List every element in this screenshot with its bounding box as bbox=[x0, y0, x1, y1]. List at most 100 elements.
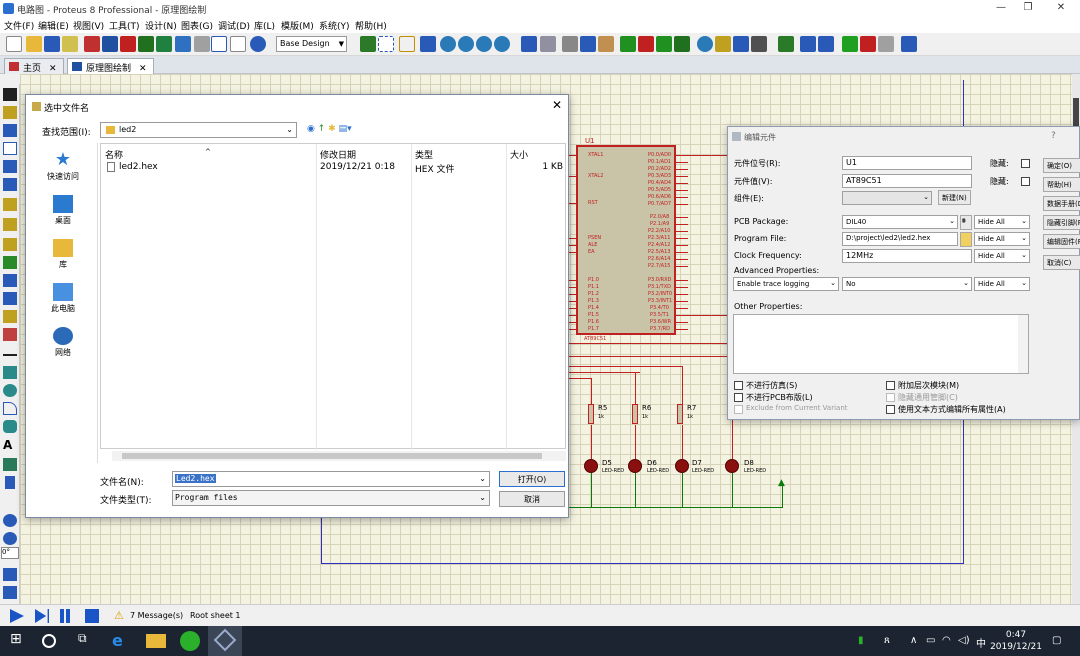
package-browse-icon[interactable]: ⩩ bbox=[960, 215, 972, 230]
edit-firmware-button[interactable]: 编辑固件(F) bbox=[1043, 234, 1080, 249]
minimize-button[interactable]: — bbox=[990, 2, 1012, 16]
circle-icon[interactable] bbox=[3, 384, 17, 397]
advanced-visibility[interactable]: Hide All ⌄ bbox=[974, 277, 1030, 291]
graph-icon[interactable] bbox=[3, 256, 17, 269]
zoom-in-icon[interactable] bbox=[440, 36, 456, 52]
wire-autorouter-icon[interactable] bbox=[778, 36, 794, 52]
bom-icon[interactable] bbox=[175, 36, 191, 52]
menu-view[interactable]: 视图(V) bbox=[73, 19, 104, 32]
place-library[interactable]: 库 bbox=[28, 239, 98, 270]
open-folder-icon[interactable] bbox=[26, 36, 42, 52]
text-icon[interactable]: A bbox=[3, 438, 17, 452]
import-icon[interactable] bbox=[62, 36, 78, 52]
horizontal-scrollbar[interactable] bbox=[112, 451, 566, 461]
group-select[interactable]: ⌄ bbox=[842, 191, 932, 205]
ok-button[interactable]: 确定(O) bbox=[1043, 158, 1080, 173]
menu-template[interactable]: 模版(M) bbox=[281, 19, 314, 32]
help-button[interactable]: 帮助(H) bbox=[1043, 177, 1080, 192]
menu-graph[interactable]: 图表(G) bbox=[181, 19, 213, 32]
resistor-r7[interactable] bbox=[677, 404, 683, 424]
input-method[interactable]: 中 bbox=[976, 635, 986, 650]
led-d8[interactable] bbox=[725, 459, 739, 473]
cancel-button[interactable]: 取消 bbox=[499, 491, 565, 507]
generator-icon[interactable] bbox=[3, 292, 17, 305]
remove-sheet-icon[interactable] bbox=[860, 36, 876, 52]
program-file-visibility[interactable]: Hide All ⌄ bbox=[974, 232, 1030, 246]
new-group-button[interactable]: 新建(N) bbox=[938, 190, 971, 205]
cut-icon[interactable] bbox=[562, 36, 578, 52]
help-icon[interactable]: ? bbox=[1051, 131, 1056, 141]
search-tag-icon[interactable] bbox=[800, 36, 816, 52]
help-icon[interactable] bbox=[250, 36, 266, 52]
menu-design[interactable]: 设计(N) bbox=[145, 19, 177, 32]
search-icon[interactable] bbox=[42, 634, 56, 648]
rotation-angle-field[interactable]: 0° bbox=[1, 547, 19, 559]
clock-frequency-visibility[interactable]: Hide All ⌄ bbox=[974, 249, 1030, 263]
column-header-name[interactable]: 名称 bbox=[105, 148, 123, 161]
open-button[interactable]: 打开(O) bbox=[499, 471, 565, 487]
copy-icon[interactable] bbox=[580, 36, 596, 52]
menu-system[interactable]: 系统(Y) bbox=[319, 19, 350, 32]
origin-icon[interactable] bbox=[399, 36, 415, 52]
mirror-horizontal-icon[interactable] bbox=[3, 568, 17, 581]
new-file-icon[interactable] bbox=[6, 36, 22, 52]
property-tool-icon[interactable] bbox=[818, 36, 834, 52]
block-rotate-icon[interactable] bbox=[656, 36, 672, 52]
doc-icon[interactable] bbox=[230, 36, 246, 52]
place-network[interactable]: 网络 bbox=[28, 327, 98, 358]
menu-help[interactable]: 帮助(H) bbox=[355, 19, 387, 32]
maximize-button[interactable]: ❐ bbox=[1017, 2, 1039, 16]
other-properties-textarea[interactable] bbox=[733, 314, 1029, 374]
bus-icon[interactable] bbox=[3, 178, 17, 191]
battery-status-icon[interactable]: ▭ bbox=[926, 635, 935, 646]
pick-device-icon[interactable] bbox=[697, 36, 713, 52]
resistor-r5[interactable] bbox=[588, 404, 594, 424]
symbol-icon[interactable] bbox=[3, 458, 17, 471]
design-variant-select[interactable]: Base Design ▼ bbox=[276, 36, 347, 52]
datasheet-button[interactable]: 数据手册(D) bbox=[1043, 196, 1080, 211]
chevron-down-icon[interactable]: ⌄ bbox=[479, 474, 486, 483]
arc-icon[interactable] bbox=[3, 402, 17, 415]
line-icon[interactable] bbox=[3, 354, 17, 356]
block-copy-icon[interactable] bbox=[620, 36, 636, 52]
menu-file[interactable]: 文件(F) bbox=[4, 19, 34, 32]
menu-debug[interactable]: 调试(D) bbox=[218, 19, 250, 32]
tab-schematic[interactable]: 原理图绘制 ✕ bbox=[67, 58, 154, 74]
path-icon[interactable] bbox=[3, 420, 17, 433]
home-icon[interactable] bbox=[84, 36, 100, 52]
hidden-pins-button[interactable]: 隐藏引脚(P) bbox=[1043, 215, 1080, 230]
new-folder-icon[interactable]: ✱ bbox=[328, 124, 336, 134]
advanced-value-select[interactable]: No ⌄ bbox=[842, 277, 972, 291]
value-input[interactable]: AT89C51 bbox=[842, 174, 972, 188]
file-row[interactable]: led2.hex 2019/12/21 0:18 HEX 文件 1 KB bbox=[103, 161, 563, 175]
folder-browse-icon[interactable] bbox=[960, 232, 972, 247]
gerber-icon[interactable] bbox=[156, 36, 172, 52]
wire-label-icon[interactable] bbox=[3, 142, 17, 155]
mirror-vertical-icon[interactable] bbox=[3, 586, 17, 599]
attach-hierarchy-checkbox[interactable] bbox=[886, 381, 895, 390]
junction-icon[interactable] bbox=[3, 124, 17, 137]
schematic-icon[interactable] bbox=[102, 36, 118, 52]
task-view-icon[interactable]: ⧉ bbox=[78, 631, 98, 651]
message-count[interactable]: 7 Message(s) bbox=[130, 611, 183, 620]
up-folder-icon[interactable]: ↑ bbox=[318, 124, 326, 134]
dialog-close-button[interactable]: ✕ bbox=[552, 98, 562, 112]
column-header-date[interactable]: 修改日期 bbox=[320, 148, 356, 161]
stop-icon[interactable] bbox=[85, 609, 99, 623]
view-menu-icon[interactable]: ▤▾ bbox=[339, 124, 352, 134]
back-icon[interactable]: ◉ bbox=[307, 124, 315, 134]
no-pcb-checkbox[interactable] bbox=[734, 393, 743, 402]
box-icon[interactable] bbox=[3, 366, 17, 379]
menu-tools[interactable]: 工具(T) bbox=[109, 19, 140, 32]
file-explorer-icon[interactable] bbox=[146, 634, 166, 648]
subcircuit-icon[interactable] bbox=[3, 198, 17, 211]
virtual-instrument-icon[interactable] bbox=[3, 328, 17, 341]
place-quick-access[interactable]: ★ 快速访问 bbox=[28, 151, 98, 182]
edge-browser-icon[interactable]: e bbox=[112, 631, 132, 651]
led-d6[interactable] bbox=[628, 459, 642, 473]
windows-start-icon[interactable]: ⊞ bbox=[10, 631, 30, 651]
battery-icon[interactable]: ▮ bbox=[858, 635, 864, 646]
program-file-input[interactable]: D:\project\led2\led2.hex bbox=[842, 232, 958, 246]
netlist-icon[interactable] bbox=[901, 36, 917, 52]
led-d5[interactable] bbox=[584, 459, 598, 473]
